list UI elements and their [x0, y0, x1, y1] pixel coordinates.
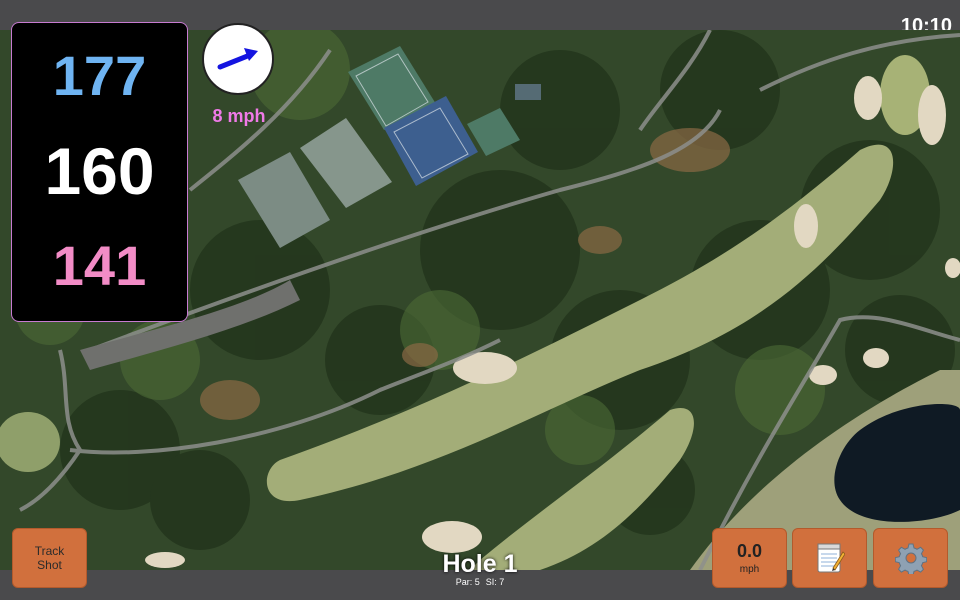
distance-front: 141: [52, 234, 147, 297]
wind-speed-unit: mph: [739, 564, 760, 575]
hole-info: Hole 1 Par: 5 SI: 7: [400, 551, 560, 587]
hole-details: Par: 5 SI: 7: [400, 577, 560, 587]
wind-direction-dial: [202, 23, 274, 95]
notepad-icon: [817, 543, 845, 573]
distance-back: 177: [52, 44, 147, 107]
gear-icon: [894, 543, 927, 574]
wind-direction-arrow-icon: [217, 48, 258, 70]
wind-speed-value: 0.0: [736, 541, 763, 561]
hole-title: Hole 1: [442, 550, 518, 578]
notes-button[interactable]: [792, 528, 867, 588]
settings-button[interactable]: [873, 528, 948, 588]
wind-speed-label: 8 mph: [212, 106, 266, 126]
track-shot-button[interactable]: Track Shot: [12, 528, 87, 588]
track-shot-label-line2: Shot: [37, 558, 62, 572]
hole-par: Par: 5: [455, 577, 480, 587]
track-shot-label-line1: Track: [34, 544, 65, 558]
hole-stroke-index: SI: 7: [485, 577, 505, 587]
wind-speed-button[interactable]: 0.0 mph: [712, 528, 787, 588]
distance-middle: 160: [44, 134, 155, 208]
distance-panel: 177 160 141: [11, 22, 188, 322]
